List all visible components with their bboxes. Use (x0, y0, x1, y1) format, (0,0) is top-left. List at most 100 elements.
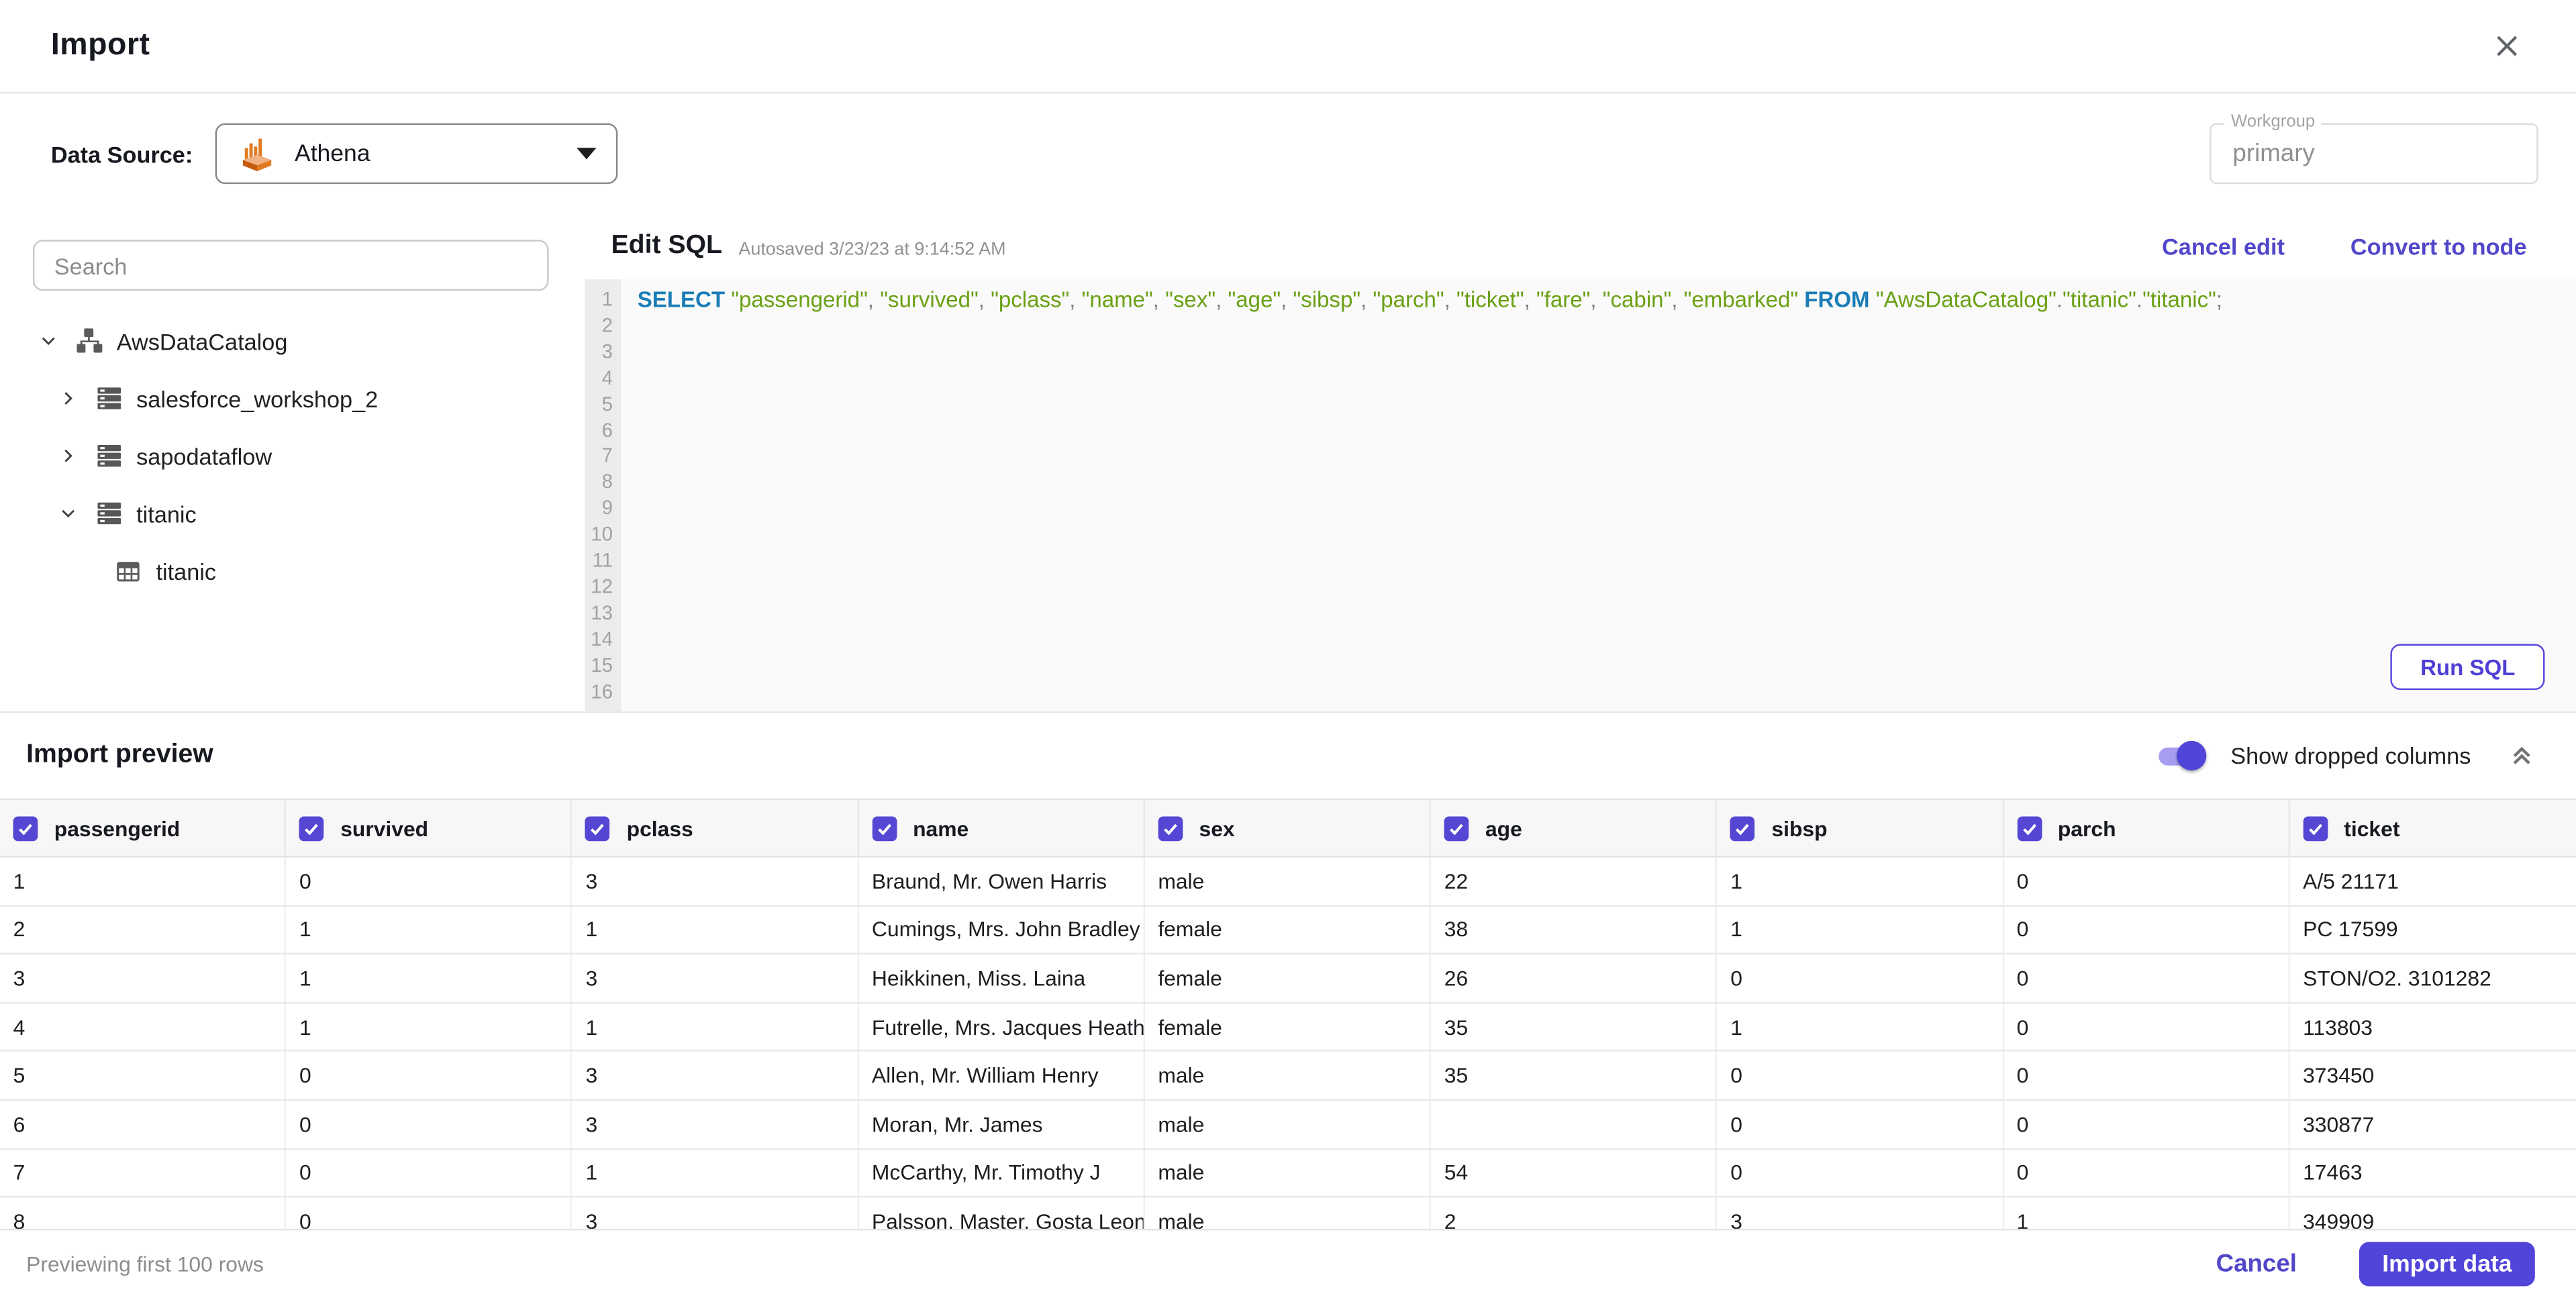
table-cell: 35 (1431, 1052, 1718, 1099)
table-row: 6 0 3 Moran, Mr. James male 0 0 330877 (0, 1100, 2576, 1150)
database-icon (92, 385, 125, 413)
table-cell: 22 (1431, 857, 1718, 905)
column-checkbox[interactable] (13, 815, 38, 840)
toggle-label: Show dropped columns (2230, 742, 2471, 769)
sql-token-pun (1870, 287, 1876, 312)
column-checkbox[interactable] (2303, 815, 2328, 840)
sql-token-pun: , (1360, 287, 1373, 313)
sql-token-str: "age" (1228, 287, 1281, 313)
preview-table-body: 1 0 3 Braund, Mr. Owen Harris male 22 1 0 A/5 21… (0, 857, 2576, 1229)
table-cell: 38 (1431, 906, 1718, 954)
table-cell: male (1145, 1149, 1432, 1197)
table-cell (1431, 1100, 1718, 1148)
line-number: 10 (591, 522, 613, 546)
tree-item-awsdatacatalog[interactable]: AwsDataCatalog (33, 312, 549, 370)
tree-item-label: titanic (136, 500, 197, 527)
sql-token-str: "parch" (1373, 287, 1444, 313)
column-checkbox[interactable] (1158, 815, 1183, 840)
sql-token-pun: , (867, 287, 881, 313)
table-cell: Moran, Mr. James (858, 1100, 1145, 1148)
table-cell: 0 (2003, 857, 2290, 905)
chevron-right-icon[interactable] (56, 447, 79, 465)
table-row: 5 0 3 Allen, Mr. William Henry male 35 0 0 37345… (0, 1052, 2576, 1101)
table-cell: 26 (1431, 954, 1718, 1002)
sql-token-kw: FROM (1804, 287, 1870, 313)
table-cell: 0 (286, 1149, 573, 1197)
preview-title: Import preview (26, 740, 213, 769)
tree-item-titanic[interactable]: titanic (33, 485, 549, 542)
table-cell: 5 (0, 1052, 287, 1099)
show-dropped-columns-toggle[interactable] (2158, 739, 2208, 772)
tree-item-titanic[interactable]: titanic (33, 542, 549, 600)
column-checkbox[interactable] (1730, 815, 1755, 840)
chevron-down-icon[interactable] (36, 332, 59, 350)
datasource-selected: Athena (295, 140, 370, 167)
tree-item-label: salesforce_workshop_2 (136, 385, 379, 412)
column-checkbox[interactable] (2016, 815, 2042, 840)
catalog-icon (72, 327, 105, 355)
import-data-button[interactable]: Import data (2359, 1242, 2535, 1287)
close-icon[interactable] (2492, 32, 2522, 61)
table-cell: Heikkinen, Miss. Laina (858, 954, 1145, 1002)
workgroup-input[interactable] (2210, 123, 2538, 185)
table-cell: 4 (0, 1003, 287, 1050)
datasource-select[interactable]: Athena (215, 123, 619, 185)
search-input[interactable] (32, 240, 549, 291)
table-row: 803Palsson, Master. Gosta Leonardmale231… (0, 1197, 2576, 1229)
table-cell: 0 (2003, 906, 2290, 954)
table-cell: 1 (573, 1149, 859, 1197)
autosave-status: Autosaved 3/23/23 at 9:14:52 AM (738, 239, 1006, 259)
line-number: 8 (601, 470, 613, 494)
column-checkbox[interactable] (299, 815, 324, 840)
chevron-down-icon[interactable] (56, 504, 79, 522)
main-area: AwsDataCatalog salesforce_workshop_2sapod… (0, 213, 2576, 711)
table-cell: STON/O2. 3101282 (2303, 966, 2491, 991)
tree-item-sapodataflow[interactable]: sapodataflow (33, 427, 549, 485)
column-header-label: sex (1199, 815, 1235, 840)
sql-token-pun: , (978, 287, 991, 313)
cancel-edit-link[interactable]: Cancel edit (2162, 234, 2285, 260)
sql-token-str: "ticket" (1456, 287, 1524, 313)
table-cell: 0 (286, 857, 573, 905)
sql-token-str: "name" (1081, 287, 1153, 313)
column-header-parch: parch (2003, 800, 2290, 856)
sql-token-str: "cabin" (1602, 287, 1672, 313)
sql-token-pun: ; (2216, 287, 2223, 313)
line-number: 12 (591, 575, 613, 598)
table-cell: PC 17599 (2303, 917, 2398, 942)
table-cell: 0 (2003, 1003, 2290, 1050)
table-cell: male (1145, 1052, 1432, 1099)
chevron-right-icon[interactable] (56, 389, 79, 407)
sql-token-pun: . (2136, 287, 2143, 313)
line-number: 6 (601, 418, 613, 442)
table-row: 7 0 1 McCarthy, Mr. Timothy Jmale 54 0 0 17463 (0, 1149, 2576, 1198)
run-sql-button[interactable]: Run SQL (2391, 644, 2545, 691)
cancel-button[interactable]: Cancel (2216, 1250, 2297, 1279)
column-header-age: age (1431, 800, 1718, 856)
column-checkbox[interactable] (585, 815, 611, 840)
table-cell: 0 (1718, 1052, 2004, 1099)
column-checkbox[interactable] (1444, 815, 1469, 840)
table-cell: Allen, Mr. William Henry (858, 1052, 1145, 1099)
column-header-sex: sex (1145, 800, 1432, 856)
toggle-knob (2176, 740, 2206, 770)
column-checkbox[interactable] (871, 815, 897, 840)
database-icon (92, 442, 125, 470)
column-header-sibsp: sibsp (1718, 800, 2004, 856)
sql-token-pun: , (1590, 287, 1603, 313)
sql-code-input[interactable]: SELECT "passengerid", "survived", "pclas… (621, 279, 2576, 711)
table-cell: 0 (2003, 1149, 2290, 1197)
convert-to-node-link[interactable]: Convert to node (2350, 234, 2527, 260)
line-number: 7 (601, 444, 613, 468)
page-title: Import (50, 28, 150, 63)
table-cell: 3 (573, 857, 859, 905)
table-cell: 17463 (2303, 1160, 2363, 1185)
sql-token-str: "embarked" (1683, 287, 1799, 313)
collapse-section-icon[interactable] (2507, 741, 2536, 770)
tree-item-salesforce_workshop_2[interactable]: salesforce_workshop_2 (33, 370, 549, 428)
table-cell: 1 (0, 857, 287, 905)
dialog-header: Import (0, 0, 2576, 94)
table-cell: 2 (1431, 1197, 1718, 1229)
table-cell: 3 (573, 954, 859, 1002)
table-cell: 3 (1718, 1197, 2004, 1229)
